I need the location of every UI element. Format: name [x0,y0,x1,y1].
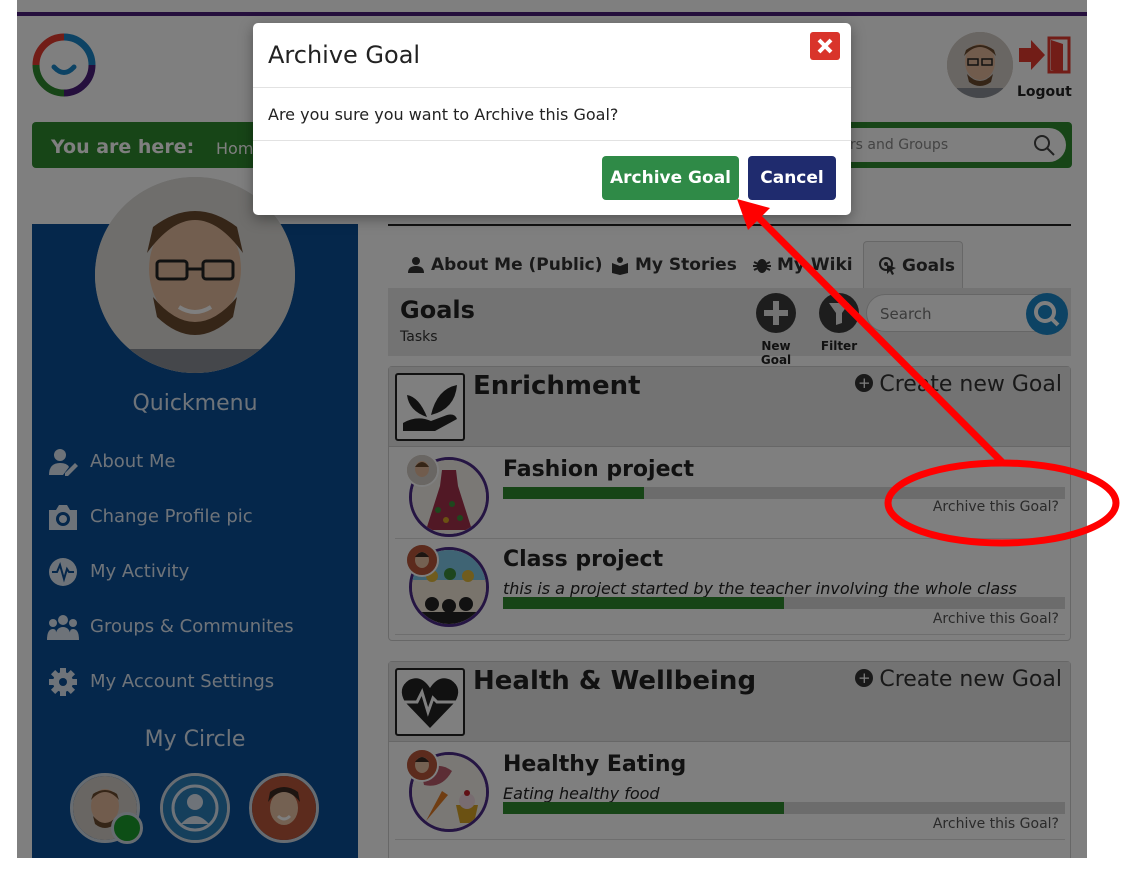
close-icon [817,38,833,54]
dialog-divider [253,140,851,141]
dialog-divider [253,87,851,88]
archive-goal-dialog: Archive Goal Are you sure you want to Ar… [253,23,851,215]
dialog-message: Are you sure you want to Archive this Go… [268,105,619,124]
cancel-button[interactable]: Cancel [748,156,836,200]
close-button[interactable] [810,32,840,60]
dialog-title: Archive Goal [268,41,421,69]
archive-goal-button[interactable]: Archive Goal [602,156,739,200]
